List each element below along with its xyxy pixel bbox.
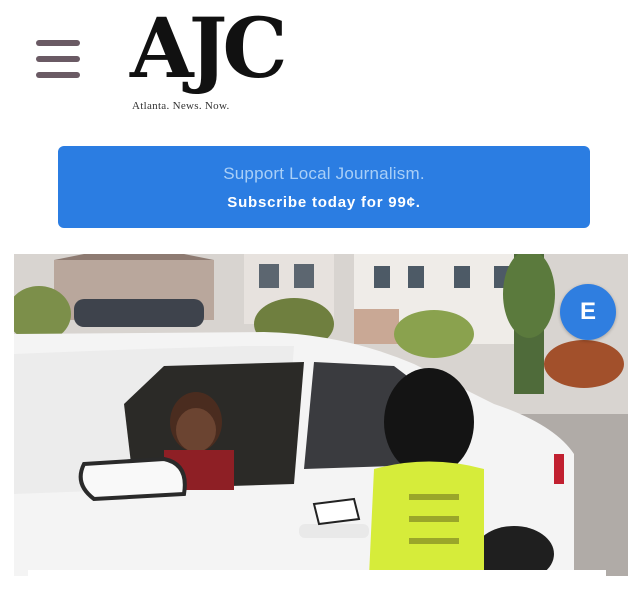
logo-wordmark: AJC xyxy=(130,1,288,97)
hero-photo-illustration xyxy=(14,254,628,576)
menu-line xyxy=(36,72,80,78)
floating-action-button[interactable]: E xyxy=(560,284,616,340)
site-logo[interactable]: AJC Atlanta. News. Now. xyxy=(120,8,310,116)
subscribe-banner[interactable]: Support Local Journalism. Subscribe toda… xyxy=(58,146,590,228)
article-card-top xyxy=(28,570,606,608)
hamburger-menu-icon[interactable] xyxy=(30,36,84,86)
hero-photo[interactable] xyxy=(14,254,628,576)
menu-line xyxy=(36,56,80,62)
promo-title: Support Local Journalism. xyxy=(223,164,425,183)
menu-line xyxy=(36,40,80,46)
logo-tagline: Atlanta. News. Now. xyxy=(132,100,230,112)
page: AJC Atlanta. News. Now. Support Local Jo… xyxy=(0,0,628,608)
promo-cta: Subscribe today for 99¢. xyxy=(227,194,421,211)
